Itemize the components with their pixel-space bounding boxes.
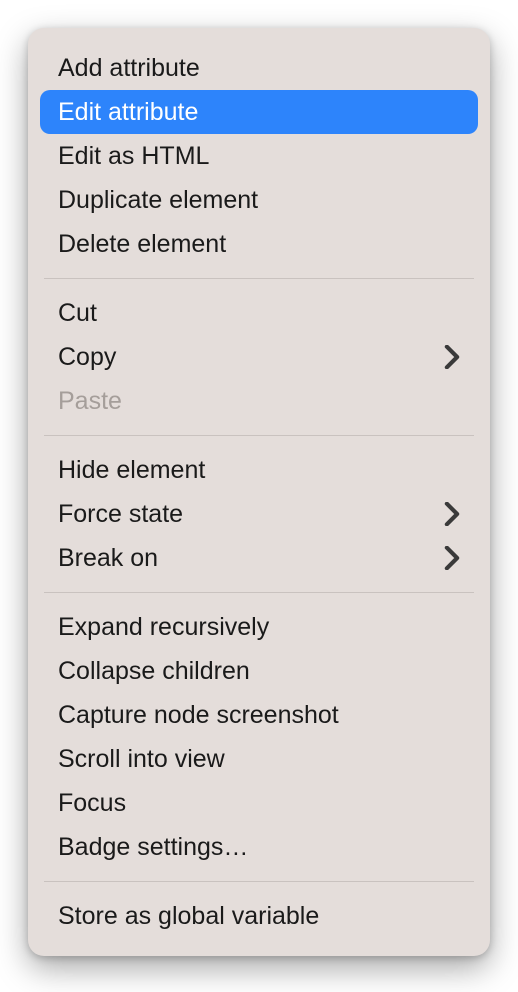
context-menu: Add attribute Edit attribute Edit as HTM… [28, 28, 490, 956]
menu-item-label: Force state [58, 500, 183, 529]
menu-item-label: Collapse children [58, 657, 250, 686]
menu-divider [44, 435, 474, 436]
menu-item-label: Focus [58, 789, 126, 818]
menu-item-label: Duplicate element [58, 186, 258, 215]
menu-item-label: Add attribute [58, 54, 200, 83]
menu-item-focus[interactable]: Focus [28, 781, 490, 825]
menu-item-delete-element[interactable]: Delete element [28, 222, 490, 266]
menu-item-label: Break on [58, 544, 158, 573]
chevron-right-icon [444, 502, 460, 526]
menu-item-hide-element[interactable]: Hide element [28, 448, 490, 492]
menu-item-label: Capture node screenshot [58, 701, 339, 730]
menu-item-badge-settings[interactable]: Badge settings… [28, 825, 490, 869]
menu-item-label: Edit attribute [58, 98, 198, 127]
menu-item-label: Paste [58, 387, 122, 416]
menu-item-force-state[interactable]: Force state [28, 492, 490, 536]
menu-item-label: Edit as HTML [58, 142, 209, 171]
menu-item-scroll-into-view[interactable]: Scroll into view [28, 737, 490, 781]
menu-group: Expand recursively Collapse children Cap… [28, 599, 490, 875]
menu-group: Add attribute Edit attribute Edit as HTM… [28, 40, 490, 272]
menu-item-label: Expand recursively [58, 613, 269, 642]
menu-item-label: Store as global variable [58, 902, 319, 931]
menu-item-label: Delete element [58, 230, 226, 259]
menu-divider [44, 278, 474, 279]
menu-item-paste: Paste [28, 379, 490, 423]
menu-item-label: Hide element [58, 456, 205, 485]
menu-group: Cut Copy Paste [28, 285, 490, 429]
menu-item-edit-as-html[interactable]: Edit as HTML [28, 134, 490, 178]
menu-item-store-as-global-variable[interactable]: Store as global variable [28, 894, 490, 938]
menu-item-duplicate-element[interactable]: Duplicate element [28, 178, 490, 222]
menu-item-collapse-children[interactable]: Collapse children [28, 649, 490, 693]
menu-divider [44, 881, 474, 882]
menu-item-edit-attribute[interactable]: Edit attribute [40, 90, 478, 134]
chevron-right-icon [444, 345, 460, 369]
menu-divider [44, 592, 474, 593]
menu-item-label: Copy [58, 343, 116, 372]
menu-item-capture-node-screenshot[interactable]: Capture node screenshot [28, 693, 490, 737]
menu-item-copy[interactable]: Copy [28, 335, 490, 379]
chevron-right-icon [444, 546, 460, 570]
menu-group: Hide element Force state Break on [28, 442, 490, 586]
menu-item-cut[interactable]: Cut [28, 291, 490, 335]
menu-item-label: Scroll into view [58, 745, 225, 774]
menu-item-break-on[interactable]: Break on [28, 536, 490, 580]
menu-item-label: Badge settings… [58, 833, 248, 862]
menu-item-expand-recursively[interactable]: Expand recursively [28, 605, 490, 649]
menu-item-add-attribute[interactable]: Add attribute [28, 46, 490, 90]
menu-item-label: Cut [58, 299, 97, 328]
menu-group: Store as global variable [28, 888, 490, 944]
